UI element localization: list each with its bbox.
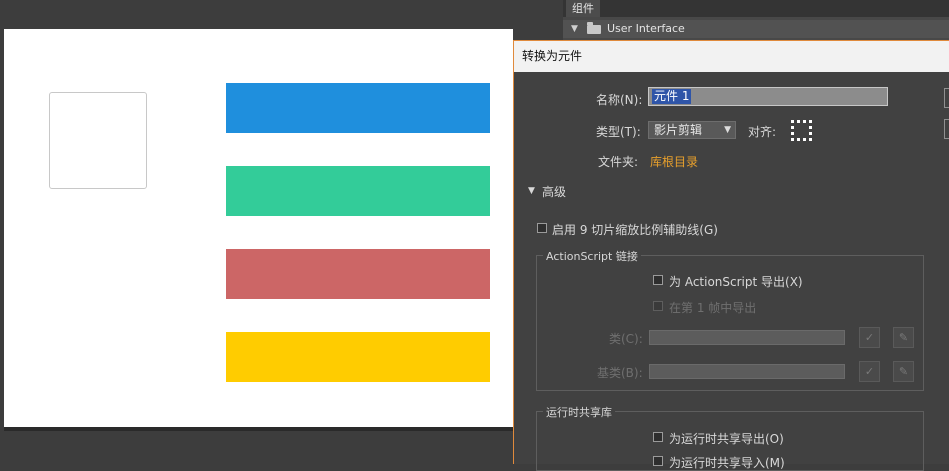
name-label: 名称(N): [596,93,643,107]
export-frame1-label: 在第 1 帧中导出 [669,301,757,315]
selected-square-shape[interactable] [49,92,147,189]
class-field[interactable] [649,330,845,345]
expand-arrow-icon[interactable]: ▼ [571,20,578,38]
reg-dot[interactable] [803,138,806,141]
reg-dot[interactable] [809,126,812,129]
reg-dot[interactable] [791,120,794,123]
yellow-bar[interactable] [226,332,490,382]
runtime-shared-library-title: 运行时共享库 [543,404,615,420]
cancel-button-edge[interactable] [944,119,949,139]
dialog-title: 转换为元件 [514,41,949,72]
actionscript-linkage-group: ActionScript 链接 为 ActionScript 导出(X) 在第 … [536,248,924,391]
advanced-collapse-icon[interactable]: ▼ [528,186,535,196]
folder-row-user-interface[interactable]: ▼ User Interface [563,20,949,38]
edit-class-pencil-icon[interactable]: ✎ [893,327,914,348]
reg-dot[interactable] [797,120,800,123]
align-label: 对齐: [748,125,777,139]
runtime-shared-library-group: 运行时共享库 为运行时共享导出(O) 为运行时共享导入(M) [536,404,924,471]
export-frame1-checkbox[interactable] [653,301,663,311]
tab-components[interactable]: 组件 [566,0,600,17]
stage-shadow [4,427,513,431]
reg-dot[interactable] [809,132,812,135]
library-panel: 组件 ▼ User Interface [563,0,949,42]
library-root-link[interactable]: 库根目录 [650,153,698,170]
blue-bar[interactable] [226,83,490,133]
red-bar[interactable] [226,249,490,299]
library-tabbar: 组件 [563,0,949,17]
reg-dot[interactable] [797,138,800,141]
chevron-down-icon: ▼ [724,125,731,135]
edit-base-class-pencil-icon[interactable]: ✎ [893,361,914,382]
reg-dot[interactable] [809,120,812,123]
validate-class-button[interactable]: ✓ [859,327,880,348]
validate-base-class-button[interactable]: ✓ [859,361,880,382]
enable-9slice-checkbox[interactable] [537,223,547,233]
registration-grid-icon[interactable] [791,120,813,142]
type-label: 类型(T): [596,125,641,139]
reg-dot[interactable] [791,126,794,129]
folder-icon [587,22,601,34]
export-actionscript-label[interactable]: 为 ActionScript 导出(X) [669,273,803,290]
symbol-name-value: 元件 1 [652,89,692,104]
ok-button-edge[interactable] [944,88,949,108]
convert-to-symbol-dialog: 转换为元件 名称(N): 元件 1 类型(T): 影片剪辑 ▼ 对齐: 文件夹:… [513,40,949,471]
rsl-import-checkbox[interactable] [653,456,663,466]
actionscript-linkage-title: ActionScript 链接 [543,248,641,264]
green-bar[interactable] [226,166,490,216]
symbol-type-value: 影片剪辑 [654,123,703,137]
reg-dot[interactable] [809,138,812,141]
advanced-label[interactable]: 高级 [542,183,566,200]
class-label: 类(C): [609,332,643,346]
export-actionscript-checkbox[interactable] [653,275,663,285]
base-class-field[interactable] [649,364,845,379]
reg-dot[interactable] [803,120,806,123]
folder-label: 文件夹: [598,155,639,169]
rsl-export-label[interactable]: 为运行时共享导出(O) [669,430,784,447]
stage-canvas[interactable] [4,29,513,427]
symbol-name-input[interactable]: 元件 1 [648,87,888,106]
rsl-import-label[interactable]: 为运行时共享导入(M) [669,454,785,471]
reg-dot[interactable] [791,138,794,141]
base-class-label: 基类(B): [597,366,643,380]
folder-label: User Interface [607,22,685,35]
rsl-export-checkbox[interactable] [653,432,663,442]
enable-9slice-label[interactable]: 启用 9 切片缩放比例辅助线(G) [552,221,718,238]
reg-dot[interactable] [791,132,794,135]
symbol-type-select[interactable]: 影片剪辑 ▼ [648,121,736,139]
